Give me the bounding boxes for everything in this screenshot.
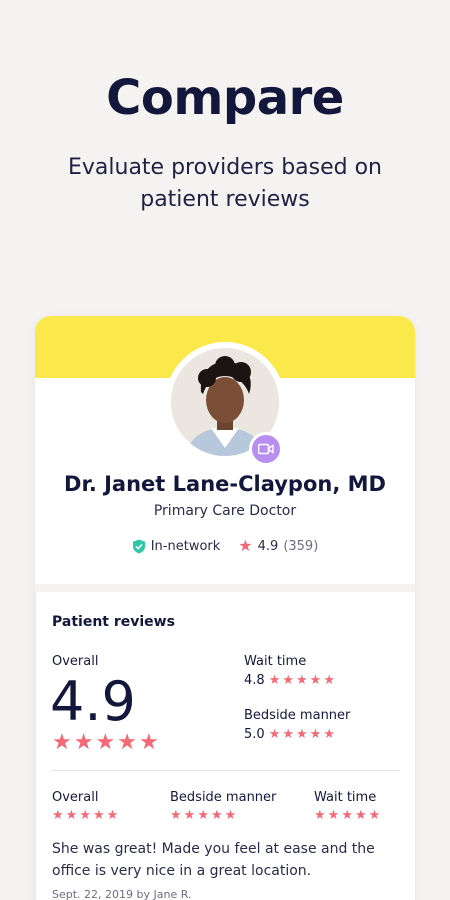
star-icon: ★ — [52, 730, 72, 755]
overall-label: Overall — [52, 654, 99, 669]
star-icon: ★ — [238, 536, 253, 555]
star-icon: ★ — [296, 727, 308, 742]
star-icon: ★ — [95, 730, 116, 755]
wait-time-rating: Wait time 4.8 ★ ★ ★ ★ ★ — [244, 654, 335, 688]
section-divider — [35, 584, 415, 592]
star-icon: ★ — [323, 673, 335, 688]
star-icon: ★ — [327, 808, 340, 823]
overall-stars: ★ ★ ★ ★ ★ — [52, 732, 159, 754]
star-icon: ★ — [268, 727, 281, 742]
doctor-meta: In-network ★ 4.9 (359) — [35, 538, 415, 554]
star-icon: ★ — [79, 808, 91, 823]
star-icon: ★ — [117, 730, 137, 755]
wait-time-stars: ★ ★ ★ ★ ★ — [269, 674, 335, 687]
review-overall: Overall ★ ★ ★ ★ ★ — [52, 790, 118, 822]
bedside-rating: Bedside manner 5.0 ★ ★ ★ ★ ★ — [244, 708, 350, 742]
review-wait-label: Wait time — [314, 790, 377, 805]
star-icon: ★ — [224, 808, 237, 823]
star-icon: ★ — [282, 673, 294, 688]
star-icon: ★ — [73, 730, 94, 755]
rating-value: 4.9 — [257, 538, 279, 554]
bedside-label: Bedside manner — [244, 708, 351, 723]
star-icon: ★ — [138, 730, 159, 755]
review-date: Sept. 22, 2019 by Jane R. — [52, 888, 192, 900]
divider — [52, 770, 400, 771]
star-icon: ★ — [106, 808, 119, 823]
doctor-card[interactable]: Dr. Janet Lane-Claypon, MD Primary Care … — [35, 316, 415, 900]
verified-check-icon — [132, 539, 145, 553]
star-icon: ★ — [341, 808, 353, 823]
review-bedside: Bedside manner ★ ★ ★ ★ ★ — [170, 790, 276, 822]
star-icon: ★ — [210, 808, 223, 823]
patient-reviews-section: Patient reviews Overall 4.9 ★ ★ ★ ★ ★ Wa… — [35, 592, 415, 900]
subhead: Evaluate providers based on patient revi… — [67, 155, 382, 212]
star-icon: ★ — [309, 673, 322, 688]
network-label: In-network — [150, 538, 221, 554]
bedside-stars: ★ ★ ★ ★ ★ — [269, 728, 335, 741]
star-icon: ★ — [354, 808, 367, 823]
headline: Compare — [106, 70, 344, 126]
star-icon: ★ — [268, 673, 281, 688]
review-wait: Wait time ★ ★ ★ ★ ★ — [314, 790, 380, 822]
star-icon: ★ — [314, 808, 326, 823]
review-count: (359) — [283, 538, 319, 554]
star-icon: ★ — [52, 808, 64, 823]
reviews-title: Patient reviews — [52, 614, 175, 630]
star-icon: ★ — [183, 808, 196, 823]
star-icon: ★ — [323, 727, 335, 742]
overall-score: 4.9 — [50, 670, 136, 733]
star-icon: ★ — [197, 808, 209, 823]
review-overall-label: Overall — [52, 790, 99, 805]
wait-time-score: 4.8 — [244, 673, 265, 688]
star-icon: ★ — [92, 808, 105, 823]
review-bedside-label: Bedside manner — [170, 790, 277, 805]
star-icon: ★ — [170, 808, 182, 823]
video-icon — [258, 443, 274, 455]
review-ratings: Overall ★ ★ ★ ★ ★ Bedside manner ★ ★ ★ ★… — [52, 790, 400, 830]
wait-time-label: Wait time — [244, 654, 307, 669]
star-icon: ★ — [65, 808, 78, 823]
star-icon: ★ — [282, 727, 294, 742]
doctor-specialty: Primary Care Doctor — [153, 503, 297, 519]
review-text: She was great! Made you feel at ease and… — [52, 841, 375, 879]
network-status: In-network — [132, 538, 221, 554]
star-icon: ★ — [368, 808, 381, 823]
doctor-name: Dr. Janet Lane-Claypon, MD — [64, 472, 386, 496]
doctor-rating: ★ 4.9 (359) — [238, 538, 318, 554]
star-icon: ★ — [296, 673, 308, 688]
bedside-score: 5.0 — [244, 727, 265, 742]
video-visit-badge — [249, 432, 283, 466]
star-icon: ★ — [309, 727, 322, 742]
